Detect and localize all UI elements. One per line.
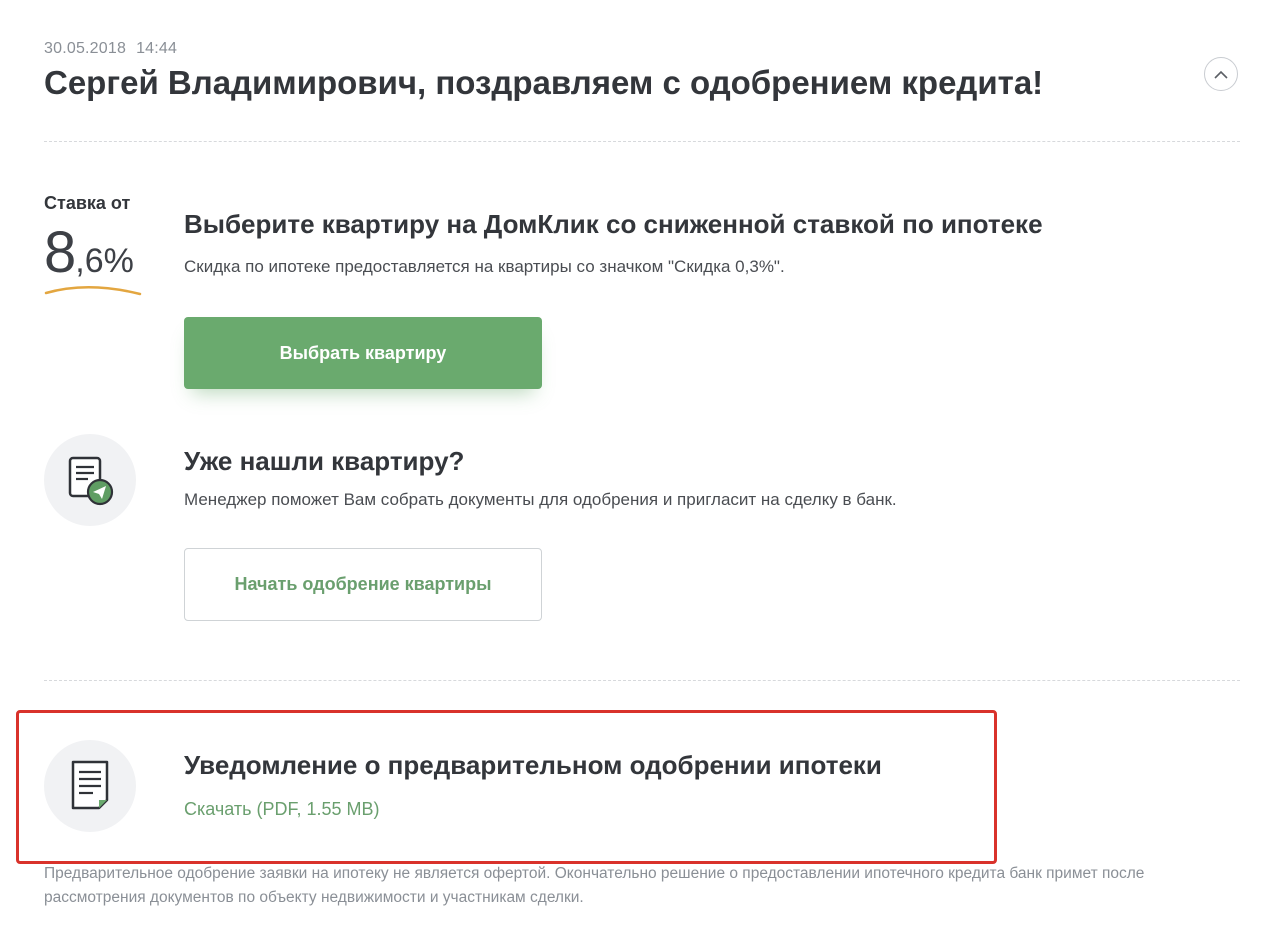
start-apartment-approval-button[interactable]: Начать одобрение квартиры (184, 548, 542, 621)
notice-title: Уведомление о предварительном одобрении … (184, 750, 882, 780)
rate-value-int: 8 (44, 220, 76, 285)
document-icon (71, 760, 109, 810)
notice-icon-wrapper (44, 740, 136, 832)
choose-apartment-button[interactable]: Выбрать квартиру (184, 317, 542, 389)
section-divider-bottom (44, 680, 1240, 681)
offer-subtitle: Скидка по ипотеке предоставляется на ква… (184, 257, 785, 276)
offer-title: Выберите квартиру на ДомКлик со сниженно… (184, 209, 1043, 239)
message-timestamp: 30.05.2018 14:44 (44, 40, 177, 58)
found-icon-wrapper (44, 434, 136, 526)
rate-underline-swoosh (44, 285, 142, 296)
section-divider-top (44, 141, 1240, 142)
message-date: 30.05.2018 (44, 40, 127, 57)
rate-value-frac: ,6% (75, 242, 134, 280)
chevron-up-icon (1214, 70, 1228, 79)
collapse-button[interactable] (1204, 57, 1238, 91)
disclaimer-text: Предварительное одобрение заявки на ипот… (44, 865, 1145, 906)
found-subtitle: Менеджер поможет Вам собрать документы д… (184, 490, 897, 509)
page-title: Сергей Владимирович, поздравляем с одобр… (44, 64, 1044, 101)
rate-label: Ставка от (44, 193, 131, 213)
message-time: 14:44 (136, 40, 178, 57)
document-send-icon (68, 456, 114, 506)
rate-value: 8,6% (44, 219, 134, 286)
highlight-frame (16, 710, 997, 864)
found-title: Уже нашли квартиру? (184, 446, 465, 476)
download-pdf-link[interactable]: Скачать (PDF, 1.55 MB) (184, 799, 380, 820)
